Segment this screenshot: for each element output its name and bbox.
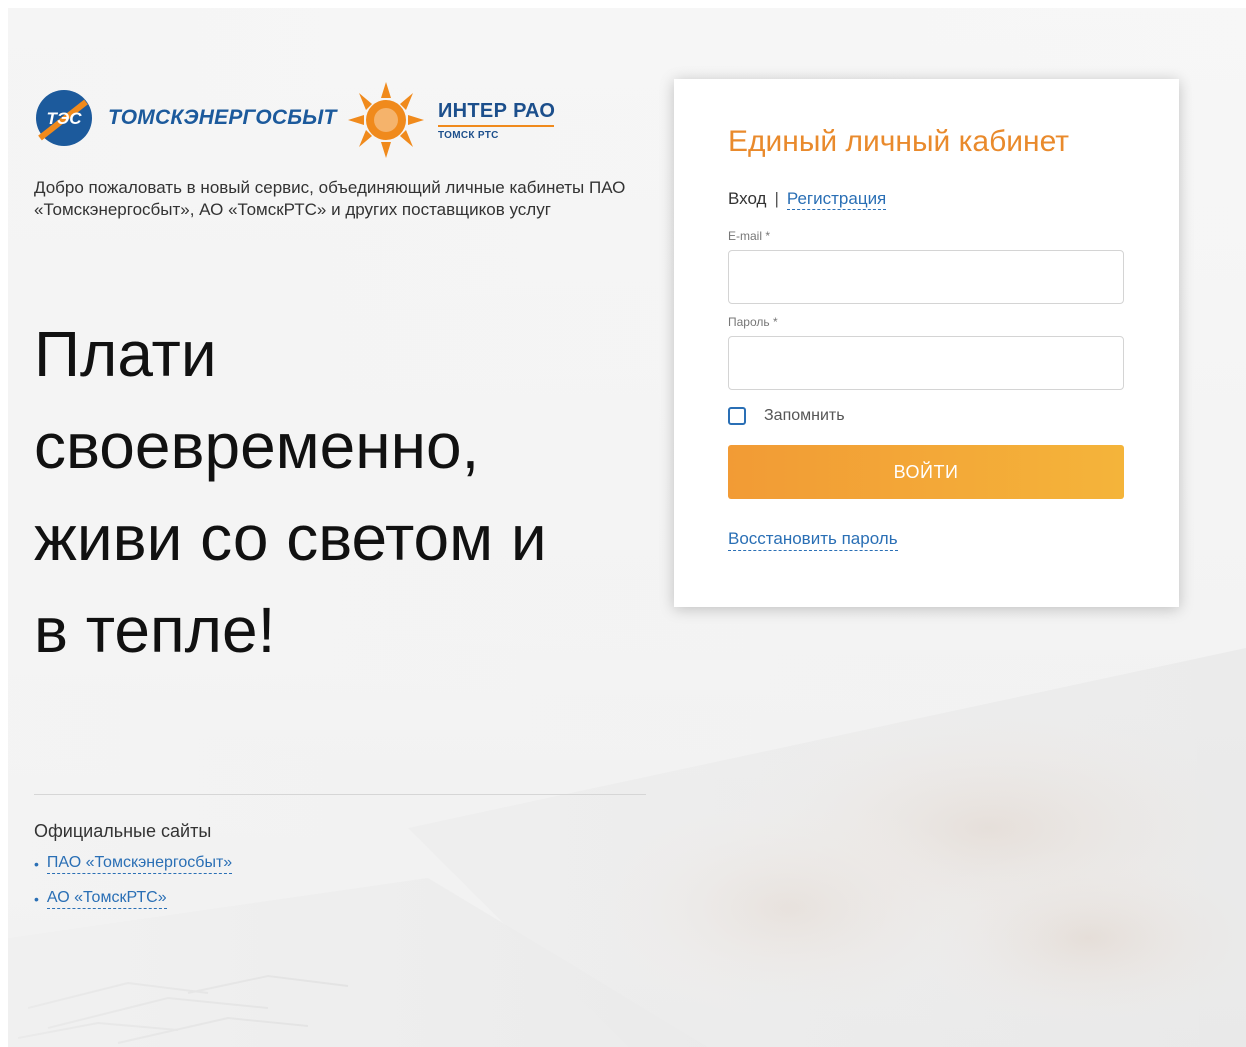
divider bbox=[34, 794, 646, 795]
remember-label[interactable]: Запомнить bbox=[764, 407, 845, 425]
remember-row: Запомнить bbox=[728, 407, 845, 425]
tab-login[interactable]: Вход bbox=[728, 189, 766, 208]
tes-logo-icon: ТЭС bbox=[36, 90, 92, 146]
inter-rao-sun-icon bbox=[348, 82, 424, 158]
slogan-line: живи со светом и bbox=[34, 502, 547, 574]
restore-password-link[interactable]: Восстановить пароль bbox=[728, 529, 898, 551]
inter-rao-subname: ТОМСК РТС bbox=[438, 130, 499, 141]
brand-logos: ТЭС ТОМСКЭНЕРГОСБЫТ ИНТЕР РАО ТОМСК РТС bbox=[34, 80, 594, 160]
password-field[interactable] bbox=[728, 336, 1124, 390]
tes-brand-name: ТОМСКЭНЕРГОСБЫТ bbox=[108, 106, 337, 129]
slogan-line: в тепле! bbox=[34, 594, 276, 666]
slogan-line: своевременно, bbox=[34, 410, 480, 482]
site-link-label: ПАО «Томскэнергосбыт» bbox=[46, 854, 233, 874]
tab-separator: | bbox=[774, 189, 779, 208]
remember-checkbox[interactable] bbox=[728, 407, 746, 425]
login-card-title: Единый личный кабинет bbox=[728, 125, 1070, 158]
password-label: Пароль * bbox=[728, 315, 778, 329]
link-bullet: • bbox=[34, 891, 39, 907]
login-button[interactable]: ВОЙТИ bbox=[728, 445, 1124, 499]
site-link-tomskrts[interactable]: • АО «ТомскРТС» bbox=[34, 889, 167, 909]
slogan: Плати своевременно, живи со светом и в т… bbox=[34, 308, 674, 676]
link-bullet: • bbox=[34, 856, 39, 872]
inter-rao-brand: ИНТЕР РАО ТОМСК РТС bbox=[438, 100, 555, 141]
inter-rao-underline bbox=[438, 125, 554, 127]
login-card: Единый личный кабинет Вход | Регистрация E… bbox=[674, 79, 1179, 607]
tab-register[interactable]: Регистрация bbox=[786, 189, 887, 210]
slogan-line: Плати bbox=[34, 318, 217, 390]
email-label: E-mail * bbox=[728, 229, 771, 243]
official-sites-title: Официальные сайты bbox=[34, 821, 212, 841]
site-link-tomskenergosbyt[interactable]: • ПАО «Томскэнергосбыт» bbox=[34, 854, 233, 874]
site-link-label: АО «ТомскРТС» bbox=[46, 889, 167, 909]
email-field[interactable] bbox=[728, 250, 1124, 304]
tes-badge-text: ТЭС bbox=[46, 109, 82, 128]
auth-tabs: Вход | Регистрация bbox=[728, 189, 887, 210]
welcome-text: Добро пожаловать в новый сервис, объедин… bbox=[34, 178, 626, 219]
inter-rao-name: ИНТЕР РАО bbox=[438, 100, 556, 122]
